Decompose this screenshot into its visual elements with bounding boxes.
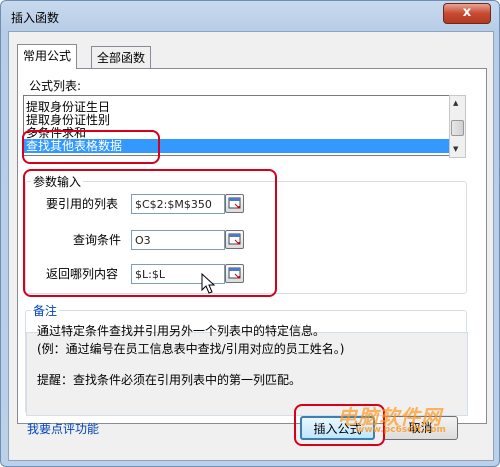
insert-function-dialog: 插入函数 x 常用公式 全部函数 公式列表: 提取身份证生日 提取身份证性别 多… <box>0 0 500 467</box>
dialog-body: 常用公式 全部函数 公式列表: 提取身份证生日 提取身份证性别 多条件求和 查找… <box>8 31 494 461</box>
note-line-3: 提醒：查找条件必须在引用列表中的第一列匹配。 <box>37 373 302 387</box>
param-label-criteria: 查询条件 <box>73 233 122 247</box>
mouse-cursor-icon <box>201 273 216 294</box>
notes-label: 备注 <box>31 302 60 319</box>
range-input[interactable]: $C$2:$M$350 <box>131 194 225 214</box>
return-column-ref-button[interactable] <box>225 264 244 283</box>
scroll-up-icon[interactable]: ▲ <box>453 99 458 107</box>
note-line-2: (例：通过编号在员工信息表中查找/引用对应的员工姓名。) <box>37 342 345 356</box>
formula-listbox[interactable]: 提取身份证生日 提取身份证性别 多条件求和 查找其他表格数据 <box>23 95 463 156</box>
tab-all-functions[interactable]: 全部函数 <box>91 46 152 68</box>
list-item[interactable]: 多条件求和 <box>26 126 86 140</box>
title-bar[interactable]: 插入函数 x <box>1 1 499 31</box>
list-item[interactable]: 提取身份证生日 <box>26 100 110 114</box>
params-group-label: 参数输入 <box>31 173 84 190</box>
list-item[interactable]: 提取身份证性别 <box>26 113 110 127</box>
close-button[interactable]: x <box>443 3 491 24</box>
criteria-input[interactable]: O3 <box>131 230 225 250</box>
range-select-icon <box>228 233 241 245</box>
window-title: 插入函数 <box>11 11 60 25</box>
range-select-icon <box>228 197 241 209</box>
feedback-link[interactable]: 我要点评功能 <box>27 420 99 437</box>
param-label-return-column: 返回哪列内容 <box>46 267 119 281</box>
scroll-thumb[interactable] <box>451 120 464 136</box>
range-ref-button[interactable] <box>225 194 244 213</box>
list-scrollbar[interactable]: ▲ ▼ <box>449 95 466 158</box>
range-select-icon <box>228 267 241 279</box>
scroll-down-icon[interactable]: ▼ <box>453 145 458 153</box>
note-line-1: 通过特定条件查找并引用另外一个列表中的特定信息。 <box>37 324 326 338</box>
list-item-selected[interactable]: 查找其他表格数据 <box>24 139 450 153</box>
watermark-url: www.pc6soft.com <box>356 425 446 435</box>
criteria-ref-button[interactable] <box>225 230 244 249</box>
param-label-range: 要引用的列表 <box>46 197 119 211</box>
tab-common-formulas[interactable]: 常用公式 <box>17 44 78 69</box>
formula-list-label: 公式列表: <box>29 79 82 93</box>
